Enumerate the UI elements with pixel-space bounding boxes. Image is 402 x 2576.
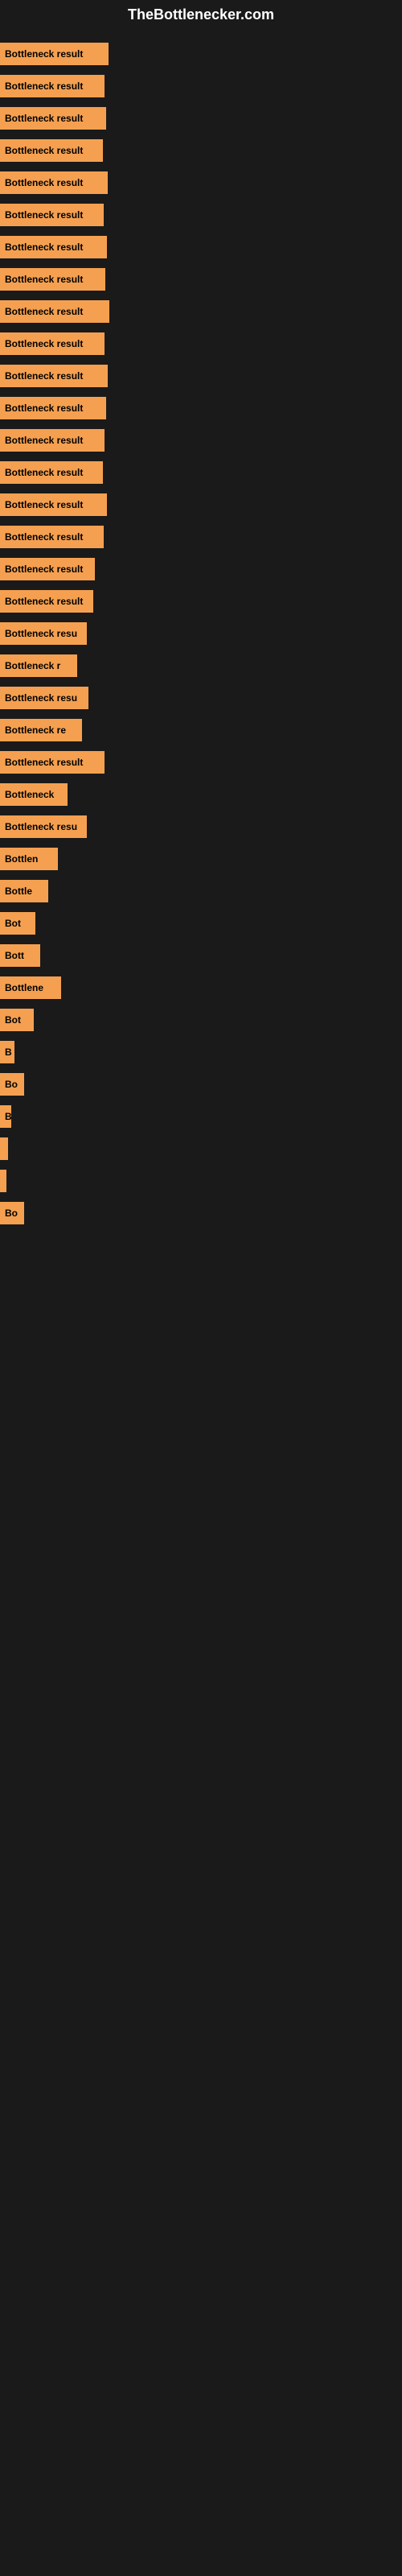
bar-row: Bott	[0, 939, 402, 972]
bar-row: B	[0, 1100, 402, 1133]
bottleneck-bar: Bottleneck result	[0, 204, 104, 226]
bottleneck-bar: Bottleneck result	[0, 332, 105, 355]
bottleneck-bar: Bottleneck result	[0, 526, 104, 548]
bar-row: Bottleneck	[0, 778, 402, 811]
bar-row: Bottleneck result	[0, 199, 402, 231]
bar-row: Bottleneck result	[0, 70, 402, 102]
bottleneck-bar: Bottleneck result	[0, 43, 109, 65]
bottleneck-bar	[0, 1170, 6, 1192]
bar-row: Bottleneck result	[0, 263, 402, 295]
bottleneck-bar: Bottleneck resu	[0, 622, 87, 645]
bar-row: Bottleneck result	[0, 424, 402, 456]
bar-row	[0, 1133, 402, 1165]
bar-row: Bottleneck result	[0, 489, 402, 521]
bar-row: Bottleneck resu	[0, 811, 402, 843]
bar-row: Bottle	[0, 875, 402, 907]
bottleneck-bar	[0, 1137, 8, 1160]
bar-row	[0, 1165, 402, 1197]
bottleneck-bar: Bottleneck resu	[0, 815, 87, 838]
bar-row: Bottleneck result	[0, 585, 402, 617]
bar-row: Bottleneck result	[0, 38, 402, 70]
bar-row: Bottleneck result	[0, 328, 402, 360]
bottleneck-bar: Bottlen	[0, 848, 58, 870]
bottleneck-bar: B	[0, 1105, 11, 1128]
bottleneck-bar: Bo	[0, 1202, 24, 1224]
bottleneck-bar: Bottleneck result	[0, 558, 95, 580]
bottleneck-bar: Bottleneck result	[0, 429, 105, 452]
bottleneck-bar: B	[0, 1041, 14, 1063]
bottleneck-bar: Bot	[0, 1009, 34, 1031]
bottleneck-bar: Bottlene	[0, 976, 61, 999]
bottleneck-bar: Bottleneck result	[0, 107, 106, 130]
site-title: TheBottlenecker.com	[0, 0, 402, 30]
bottleneck-bar: Bottleneck result	[0, 139, 103, 162]
bar-row: Bottleneck result	[0, 102, 402, 134]
bottleneck-bar: Bottleneck re	[0, 719, 82, 741]
bottleneck-bar: Bottleneck result	[0, 590, 93, 613]
bar-row: Bottleneck result	[0, 746, 402, 778]
bar-row: Bottleneck result	[0, 360, 402, 392]
bottleneck-bar: Bottleneck result	[0, 268, 105, 291]
bar-row: Bottlen	[0, 843, 402, 875]
bar-row: Bottleneck result	[0, 167, 402, 199]
bar-row: Bot	[0, 1004, 402, 1036]
bottleneck-bar: Bottleneck result	[0, 171, 108, 194]
bar-row: Bottleneck result	[0, 231, 402, 263]
bar-row: Bottleneck result	[0, 134, 402, 167]
bottleneck-bar: Bottleneck result	[0, 461, 103, 484]
bar-row: Bottleneck r	[0, 650, 402, 682]
bars-container: Bottleneck result Bottleneck result Bottle…	[0, 30, 402, 1237]
bar-row: Bo	[0, 1068, 402, 1100]
bottleneck-bar: Bottleneck result	[0, 365, 108, 387]
bar-row: Bottleneck resu	[0, 617, 402, 650]
bottleneck-bar: Bottleneck result	[0, 751, 105, 774]
bar-row: Bo	[0, 1197, 402, 1229]
bar-row: Bottleneck result	[0, 553, 402, 585]
bar-row: Bottleneck result	[0, 521, 402, 553]
bar-row: Bottleneck resu	[0, 682, 402, 714]
bar-row: Bottlene	[0, 972, 402, 1004]
bottleneck-bar: Bottleneck r	[0, 654, 77, 677]
bar-row: Bottleneck result	[0, 456, 402, 489]
bottleneck-bar: Bott	[0, 944, 40, 967]
bottleneck-bar: Bottleneck result	[0, 397, 106, 419]
bar-row: B	[0, 1036, 402, 1068]
bottleneck-bar: Bottleneck result	[0, 75, 105, 97]
bottleneck-bar: Bottleneck result	[0, 300, 109, 323]
bottleneck-bar: Bot	[0, 912, 35, 935]
bar-row: Bottleneck re	[0, 714, 402, 746]
bar-row: Bottleneck result	[0, 392, 402, 424]
bar-row: Bottleneck result	[0, 295, 402, 328]
bottleneck-bar: Bo	[0, 1073, 24, 1096]
bottleneck-bar: Bottleneck result	[0, 493, 107, 516]
bottleneck-bar: Bottleneck resu	[0, 687, 88, 709]
bottleneck-bar: Bottleneck result	[0, 236, 107, 258]
bar-row: Bot	[0, 907, 402, 939]
bottleneck-bar: Bottle	[0, 880, 48, 902]
bottleneck-bar: Bottleneck	[0, 783, 68, 806]
